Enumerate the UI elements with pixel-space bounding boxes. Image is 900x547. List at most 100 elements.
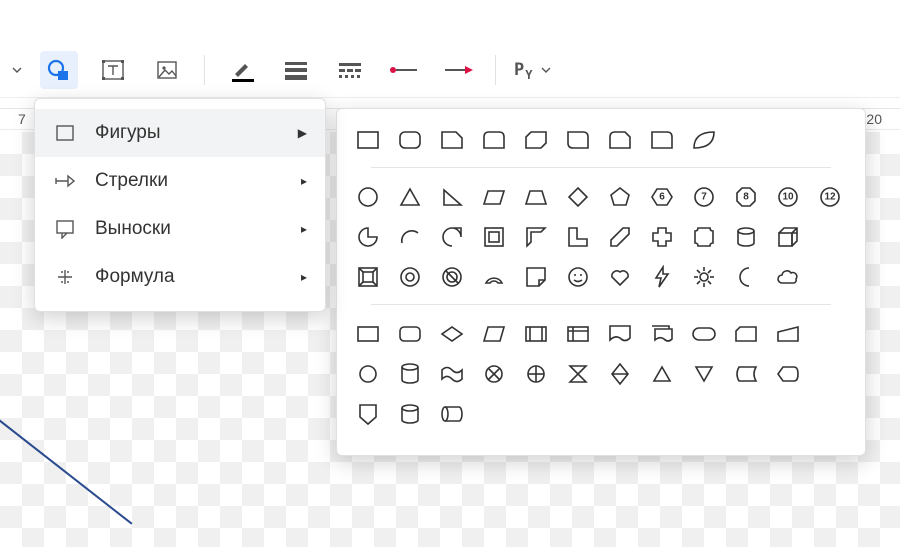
shape-dodecagon[interactable]: 12 bbox=[813, 180, 847, 214]
shape-leaf[interactable] bbox=[687, 123, 721, 157]
shape-teardrop[interactable] bbox=[435, 220, 469, 254]
shape-heptagon[interactable]: 7 bbox=[687, 180, 721, 214]
shape-flow-card[interactable] bbox=[729, 317, 763, 351]
callout-icon bbox=[53, 217, 77, 241]
menu-item-shapes[interactable]: Фигуры ▶ bbox=[35, 109, 325, 157]
shape-flow-offpage[interactable] bbox=[351, 397, 385, 431]
line-start-button[interactable] bbox=[385, 51, 423, 89]
shape-half-frame[interactable] bbox=[519, 220, 553, 254]
shape-flow-sort[interactable] bbox=[603, 357, 637, 391]
shape-no-symbol[interactable] bbox=[435, 260, 469, 294]
shape-flow-data[interactable] bbox=[477, 317, 511, 351]
shape-flow-database[interactable] bbox=[393, 357, 427, 391]
shape-flow-or[interactable] bbox=[519, 357, 553, 391]
shape-plaque[interactable] bbox=[687, 220, 721, 254]
shape-flow-drum[interactable] bbox=[393, 397, 427, 431]
shape-row bbox=[351, 260, 851, 294]
shape-bevel[interactable] bbox=[351, 260, 385, 294]
line-weight-icon bbox=[283, 60, 309, 80]
shape-flow-summing[interactable] bbox=[477, 357, 511, 391]
shapes-flyout-panel: 6 7 8 10 12 bbox=[336, 108, 866, 456]
shape-circle[interactable] bbox=[351, 180, 385, 214]
menu-item-label: Выноски bbox=[95, 218, 283, 240]
menu-item-equation[interactable]: Формула ▸ bbox=[35, 253, 325, 301]
menu-item-label: Фигуры bbox=[95, 122, 280, 144]
shape-rounded-top-rect[interactable] bbox=[477, 123, 511, 157]
drawn-line[interactable] bbox=[0, 412, 132, 524]
line-dash-icon bbox=[337, 61, 363, 79]
shape-flow-tape[interactable] bbox=[435, 357, 469, 391]
line-color-button[interactable] bbox=[223, 51, 261, 89]
shape-flow-internal[interactable] bbox=[561, 317, 595, 351]
shape-flow-stored[interactable] bbox=[729, 357, 763, 391]
shape-smiley[interactable] bbox=[561, 260, 595, 294]
arrow-right-icon bbox=[53, 169, 77, 193]
shape-block-arc[interactable] bbox=[477, 260, 511, 294]
shape-tool-button[interactable] bbox=[40, 51, 78, 89]
shape-heart[interactable] bbox=[603, 260, 637, 294]
shape-rectangle[interactable] bbox=[351, 123, 385, 157]
shape-sun[interactable] bbox=[687, 260, 721, 294]
shape-flow-collate[interactable] bbox=[561, 357, 595, 391]
line-end-button[interactable] bbox=[439, 51, 477, 89]
line-weight-button[interactable] bbox=[277, 51, 315, 89]
text-box-button[interactable] bbox=[94, 51, 132, 89]
shape-flow-document[interactable] bbox=[603, 317, 637, 351]
shape-rounded-diag-rect[interactable] bbox=[561, 123, 595, 157]
shape-flow-display[interactable] bbox=[771, 357, 805, 391]
shape-rounded-rectangle[interactable] bbox=[393, 123, 427, 157]
pencil-icon bbox=[228, 57, 256, 83]
shape-snip-corner-rect[interactable] bbox=[435, 123, 469, 157]
shape-arc[interactable] bbox=[393, 220, 427, 254]
chevron-right-icon: ▸ bbox=[301, 270, 307, 284]
shape-l-shape[interactable] bbox=[561, 220, 595, 254]
menu-item-label: Стрелки bbox=[95, 170, 283, 192]
shape-folded-corner[interactable] bbox=[519, 260, 553, 294]
menu-item-arrows[interactable]: Стрелки ▸ bbox=[35, 157, 325, 205]
shape-dropdown-menu: Фигуры ▶ Стрелки ▸ Выноски ▸ Формула ▸ bbox=[34, 98, 326, 312]
toolbar-more-left[interactable] bbox=[10, 51, 24, 89]
py-dropdown[interactable]: PY bbox=[514, 60, 551, 80]
shape-diamond[interactable] bbox=[561, 180, 595, 214]
shape-flow-predef[interactable] bbox=[519, 317, 553, 351]
shape-triangle[interactable] bbox=[393, 180, 427, 214]
chevron-right-icon: ▶ bbox=[298, 126, 307, 140]
svg-text:8: 8 bbox=[743, 192, 749, 203]
shape-snip-diag-rect[interactable] bbox=[519, 123, 553, 157]
shape-flow-connector[interactable] bbox=[351, 357, 385, 391]
shape-cylinder[interactable] bbox=[729, 220, 763, 254]
menu-item-callouts[interactable]: Выноски ▸ bbox=[35, 205, 325, 253]
image-button[interactable] bbox=[148, 51, 186, 89]
shape-cube[interactable] bbox=[771, 220, 805, 254]
chevron-down-icon bbox=[541, 65, 551, 75]
shape-decagon[interactable]: 10 bbox=[771, 180, 805, 214]
shape-flow-manual-input[interactable] bbox=[771, 317, 805, 351]
toolbar: PY bbox=[0, 42, 900, 98]
shape-half-round-rect[interactable] bbox=[645, 123, 679, 157]
shape-trapezoid[interactable] bbox=[519, 180, 553, 214]
line-dash-button[interactable] bbox=[331, 51, 369, 89]
shape-flow-merge[interactable] bbox=[687, 357, 721, 391]
shape-flow-decision[interactable] bbox=[435, 317, 469, 351]
shape-frame[interactable] bbox=[477, 220, 511, 254]
shape-pie[interactable] bbox=[351, 220, 385, 254]
shape-flow-multidoc[interactable] bbox=[645, 317, 679, 351]
shape-diag-stripe[interactable] bbox=[603, 220, 637, 254]
shape-donut[interactable] bbox=[393, 260, 427, 294]
shape-cross[interactable] bbox=[645, 220, 679, 254]
shape-flow-extract[interactable] bbox=[645, 357, 679, 391]
shape-moon[interactable] bbox=[729, 260, 763, 294]
shape-snip-round-rect[interactable] bbox=[603, 123, 637, 157]
chevron-right-icon: ▸ bbox=[301, 174, 307, 188]
shape-right-triangle[interactable] bbox=[435, 180, 469, 214]
shape-parallelogram[interactable] bbox=[477, 180, 511, 214]
shape-flow-terminator[interactable] bbox=[687, 317, 721, 351]
shape-octagon[interactable]: 8 bbox=[729, 180, 763, 214]
shape-flow-direct-access[interactable] bbox=[435, 397, 469, 431]
shape-pentagon[interactable] bbox=[603, 180, 637, 214]
shape-hexagon[interactable]: 6 bbox=[645, 180, 679, 214]
shape-flow-alt-process[interactable] bbox=[393, 317, 427, 351]
shape-cloud[interactable] bbox=[771, 260, 805, 294]
shape-lightning[interactable] bbox=[645, 260, 679, 294]
shape-flow-process[interactable] bbox=[351, 317, 385, 351]
